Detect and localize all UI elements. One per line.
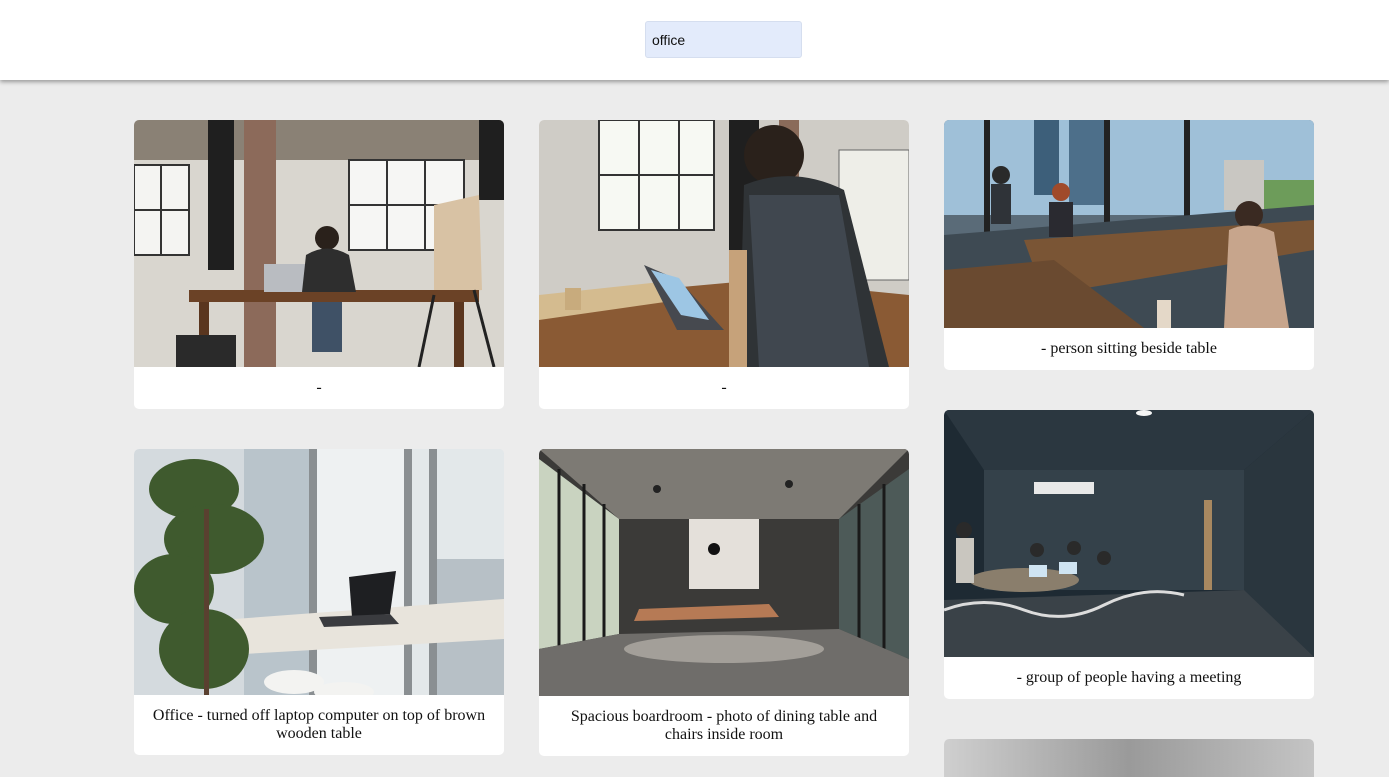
photo-card[interactable]: Spacious boardroom - photo of dining tab…	[539, 449, 909, 756]
card-image	[134, 120, 504, 367]
card-caption: - group of people having a meeting	[1016, 669, 1242, 686]
card-caption: Spacious boardroom - photo of dining tab…	[570, 708, 878, 743]
photo-card[interactable]: - person sitting beside table	[944, 120, 1314, 370]
card-image	[944, 120, 1314, 328]
card-image	[944, 410, 1314, 657]
card-image	[944, 739, 1314, 777]
photo-card[interactable]: -	[539, 120, 909, 409]
photo-card[interactable]: Office - turned off laptop computer on t…	[134, 449, 504, 755]
card-caption: - person sitting beside table	[1041, 340, 1217, 357]
top-bar	[0, 0, 1389, 80]
card-caption: Office - turned off laptop computer on t…	[152, 707, 486, 742]
photo-card[interactable]	[944, 739, 1314, 777]
card-caption: -	[316, 379, 322, 396]
card-image	[539, 449, 909, 696]
photo-card[interactable]: -	[134, 120, 504, 409]
card-image	[539, 120, 909, 367]
card-image	[134, 449, 504, 695]
photo-card[interactable]: - group of people having a meeting	[944, 410, 1314, 699]
search-input[interactable]	[645, 21, 802, 58]
card-caption: -	[721, 379, 727, 396]
